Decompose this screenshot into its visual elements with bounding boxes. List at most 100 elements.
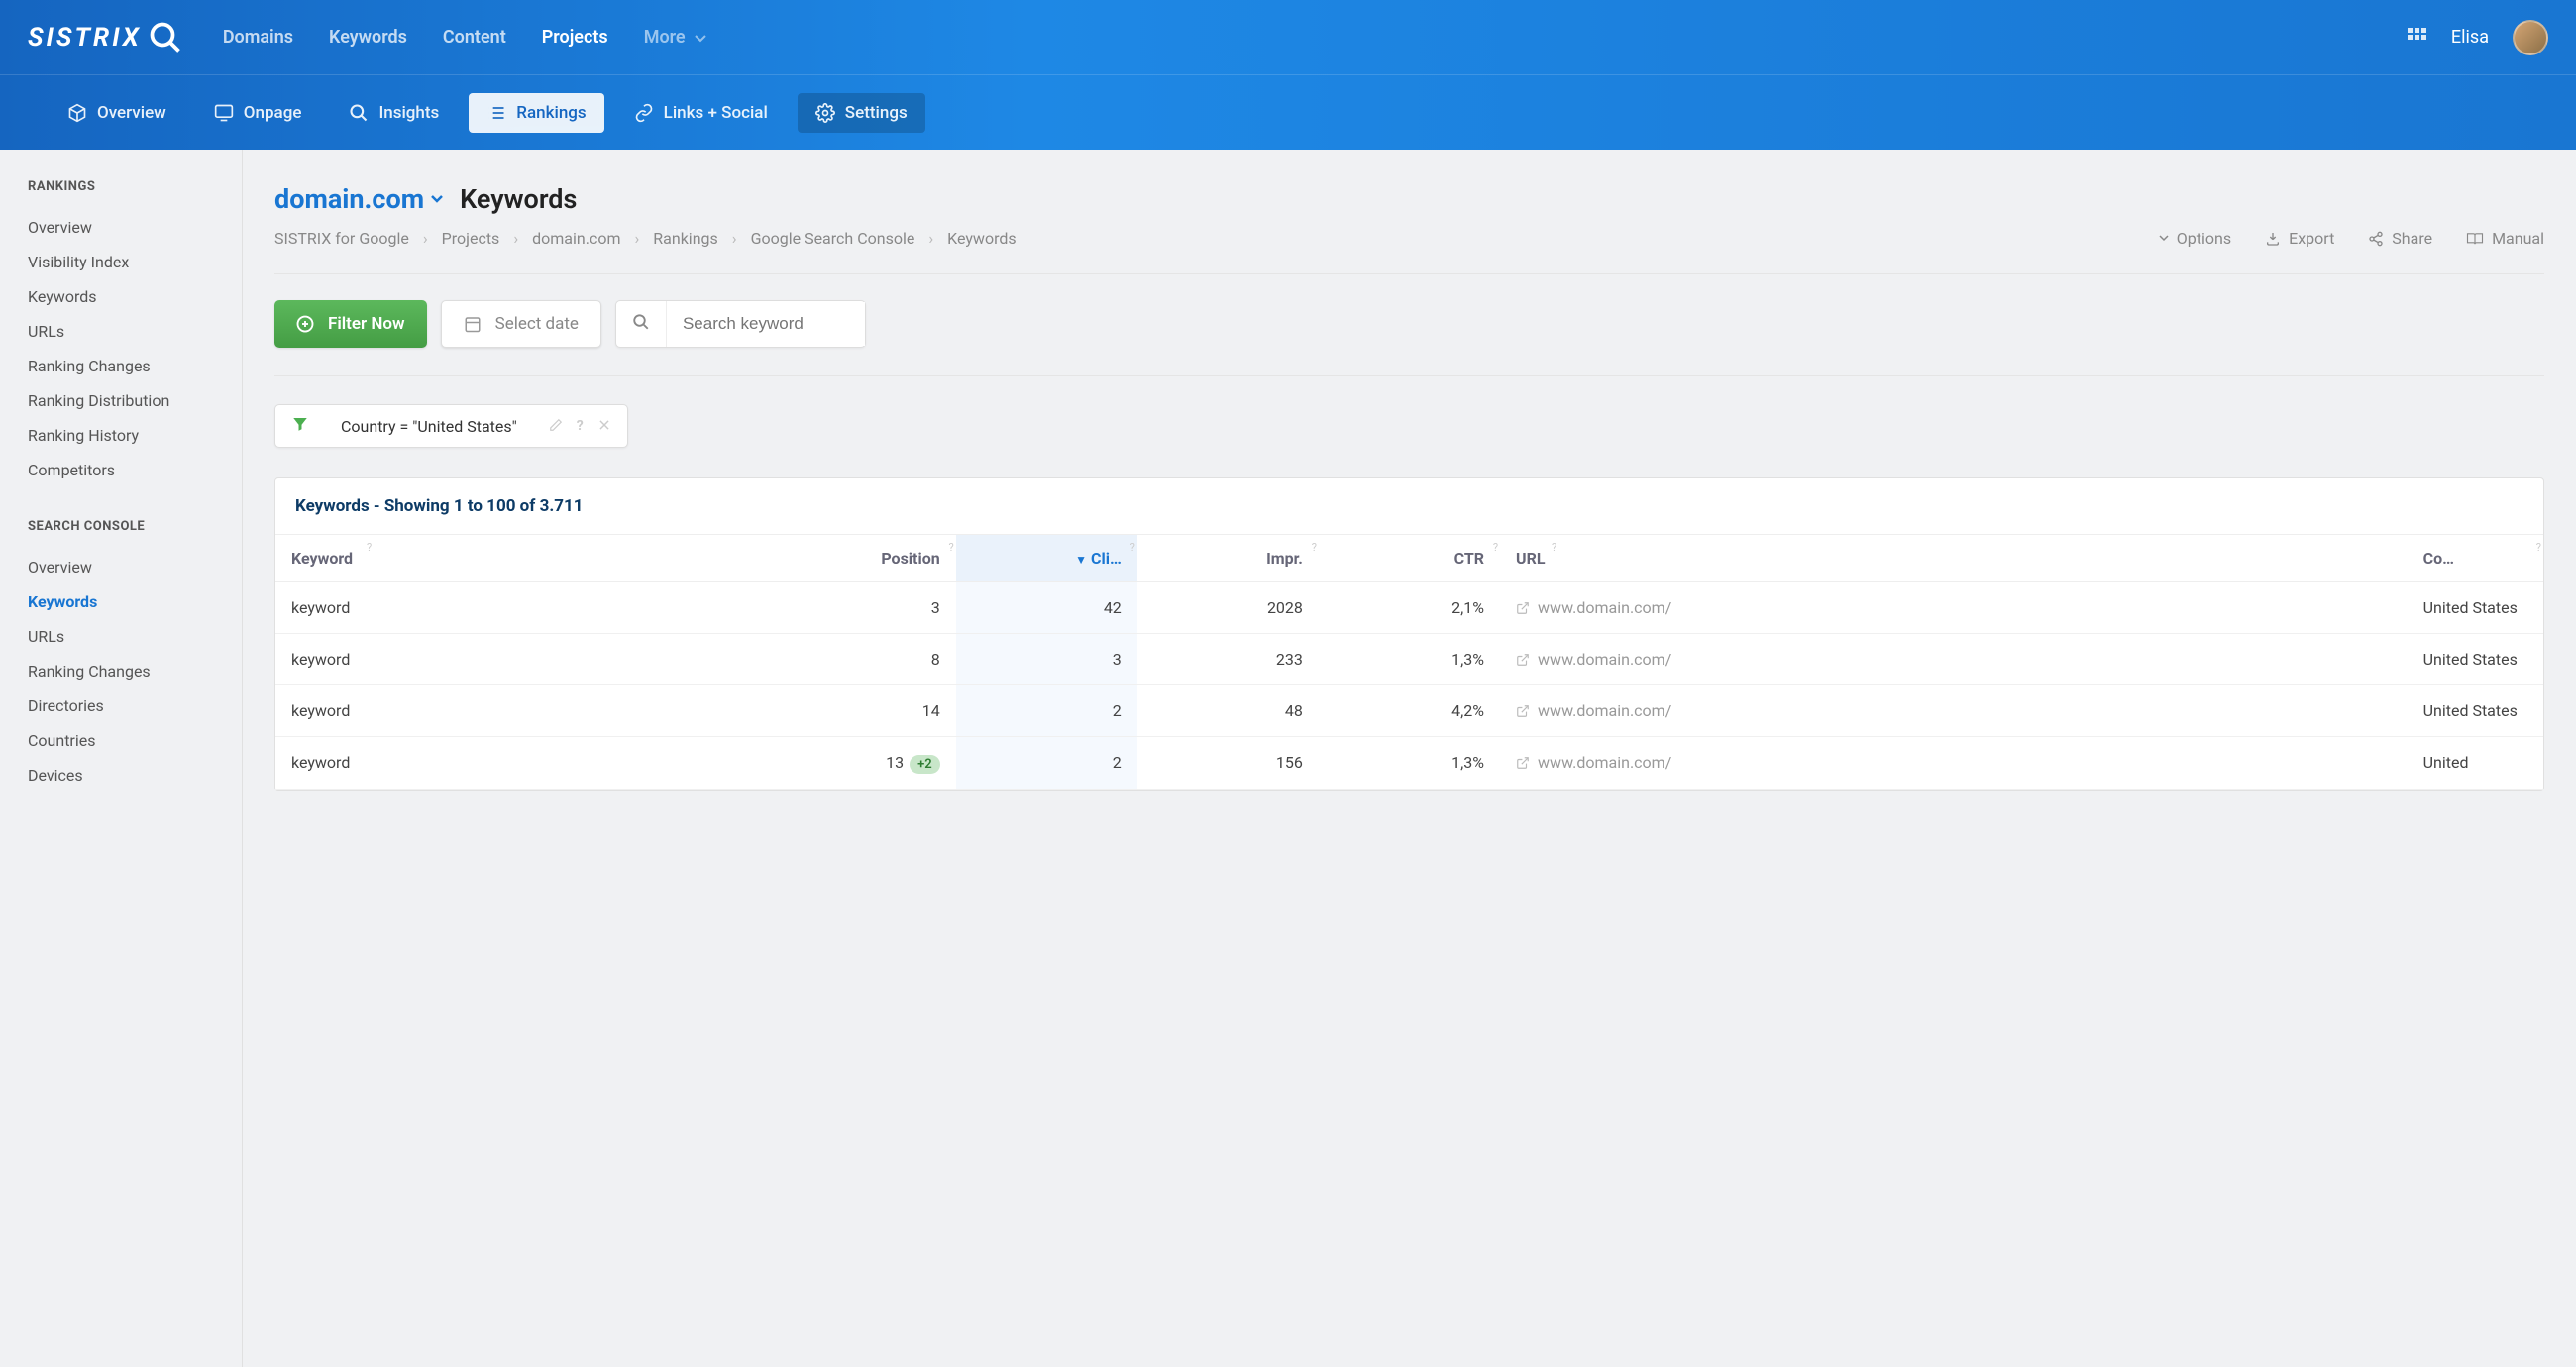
brand-logo[interactable]: SISTRIX xyxy=(28,20,183,55)
help-icon[interactable]: ? xyxy=(577,418,584,434)
crumb[interactable]: domain.com xyxy=(532,229,620,248)
share-icon xyxy=(2368,231,2384,247)
table-row[interactable]: keyword 14 2 48 4,2% www.domain.com/ Uni… xyxy=(275,685,2543,737)
search-icon xyxy=(148,20,183,55)
plus-circle-icon xyxy=(296,315,314,333)
nav-content[interactable]: Content xyxy=(443,27,506,48)
page-title: Keywords xyxy=(460,183,577,215)
sc-countries[interactable]: Countries xyxy=(28,723,214,758)
sidebar-item-overview[interactable]: Overview xyxy=(28,210,214,245)
table-row[interactable]: keyword 13+2 2 156 1,3% www.domain.com/ … xyxy=(275,737,2543,790)
nav-domains[interactable]: Domains xyxy=(223,27,293,48)
crumb[interactable]: Google Search Console xyxy=(751,229,915,248)
cell-clicks: 42 xyxy=(956,582,1137,634)
cell-impr: 2028 xyxy=(1137,582,1319,634)
search-icon xyxy=(349,103,369,123)
cell-url: www.domain.com/ xyxy=(1500,737,2408,790)
sidebar-section-rankings: RANKINGS xyxy=(28,179,214,194)
external-link-icon[interactable] xyxy=(1516,601,1530,615)
search-keyword-box xyxy=(615,300,866,348)
cube-icon xyxy=(67,103,87,123)
table-row[interactable]: keyword 8 3 233 1,3% www.domain.com/ Uni… xyxy=(275,634,2543,685)
subtab-insights[interactable]: Insights xyxy=(331,93,457,133)
nav-more[interactable]: More xyxy=(644,27,706,48)
cell-country: United States xyxy=(2408,582,2543,634)
col-clicks[interactable]: ▼Cli…? xyxy=(956,535,1137,582)
col-keyword[interactable]: Keyword? xyxy=(275,535,752,582)
apps-icon[interactable] xyxy=(2408,28,2427,48)
crumb[interactable]: Keywords xyxy=(947,229,1017,248)
cell-impr: 156 xyxy=(1137,737,1319,790)
subtab-links[interactable]: Links + Social xyxy=(616,93,786,133)
col-impr[interactable]: Impr.? xyxy=(1137,535,1319,582)
crumb[interactable]: Projects xyxy=(442,229,500,248)
cell-url: www.domain.com/ xyxy=(1500,634,2408,685)
search-keyword-input[interactable] xyxy=(667,302,865,346)
cell-country: United States xyxy=(2408,634,2543,685)
sidebar-section-search-console: SEARCH CONSOLE xyxy=(28,519,214,534)
crumb[interactable]: SISTRIX for Google xyxy=(274,229,409,248)
share-button[interactable]: Share xyxy=(2368,229,2432,248)
subtab-onpage[interactable]: Onpage xyxy=(196,93,320,133)
select-date-button[interactable]: Select date xyxy=(441,300,601,348)
close-icon[interactable] xyxy=(597,418,611,432)
sc-keywords[interactable]: Keywords xyxy=(28,584,214,619)
external-link-icon[interactable] xyxy=(1516,704,1530,718)
options-dropdown[interactable]: Options xyxy=(2159,229,2231,248)
filter-chip: Country = "United States" ? xyxy=(274,404,628,448)
sc-urls[interactable]: URLs xyxy=(28,619,214,654)
sidebar-item-ranking-history[interactable]: Ranking History xyxy=(28,418,214,453)
col-url[interactable]: URL? xyxy=(1500,535,2408,582)
book-icon xyxy=(2466,231,2484,247)
cell-position: 13+2 xyxy=(752,737,956,790)
sidebar-item-competitors[interactable]: Competitors xyxy=(28,453,214,487)
subtab-settings[interactable]: Settings xyxy=(798,93,925,133)
manual-button[interactable]: Manual xyxy=(2466,229,2544,248)
cell-impr: 48 xyxy=(1137,685,1319,737)
subtab-rankings[interactable]: Rankings xyxy=(469,93,603,133)
search-icon xyxy=(616,301,667,347)
user-name[interactable]: Elisa xyxy=(2451,27,2489,48)
nav-projects[interactable]: Projects xyxy=(542,27,608,48)
avatar[interactable] xyxy=(2513,20,2548,55)
filter-now-button[interactable]: Filter Now xyxy=(274,300,427,348)
nav-keywords[interactable]: Keywords xyxy=(329,27,407,48)
domain-dropdown[interactable]: domain.com xyxy=(274,183,444,215)
cell-keyword: keyword xyxy=(275,685,752,737)
sidebar-item-ranking-changes[interactable]: Ranking Changes xyxy=(28,349,214,383)
cell-url: www.domain.com/ xyxy=(1500,685,2408,737)
col-ctr[interactable]: CTR? xyxy=(1319,535,1500,582)
table-row[interactable]: keyword 3 42 2028 2,1% www.domain.com/ U… xyxy=(275,582,2543,634)
sidebar-item-ranking-distribution[interactable]: Ranking Distribution xyxy=(28,383,214,418)
crumb[interactable]: Rankings xyxy=(653,229,717,248)
sidebar-item-visibility[interactable]: Visibility Index xyxy=(28,245,214,279)
col-country[interactable]: Co…? xyxy=(2408,535,2543,582)
sc-ranking-changes[interactable]: Ranking Changes xyxy=(28,654,214,688)
export-button[interactable]: Export xyxy=(2265,229,2334,248)
external-link-icon[interactable] xyxy=(1516,653,1530,667)
brand-text: SISTRIX xyxy=(28,23,142,53)
edit-icon[interactable] xyxy=(549,418,563,432)
cell-ctr: 1,3% xyxy=(1319,737,1500,790)
sc-devices[interactable]: Devices xyxy=(28,758,214,792)
link-icon xyxy=(634,103,654,123)
chevron-down-icon xyxy=(695,35,706,43)
sidebar-item-urls[interactable]: URLs xyxy=(28,314,214,349)
col-position[interactable]: Position? xyxy=(752,535,956,582)
cell-ctr: 4,2% xyxy=(1319,685,1500,737)
external-link-icon[interactable] xyxy=(1516,756,1530,770)
sidebar-item-keywords[interactable]: Keywords xyxy=(28,279,214,314)
cell-clicks: 2 xyxy=(956,685,1137,737)
cell-clicks: 3 xyxy=(956,634,1137,685)
cell-clicks: 2 xyxy=(956,737,1137,790)
cell-position: 14 xyxy=(752,685,956,737)
cell-url: www.domain.com/ xyxy=(1500,582,2408,634)
sc-overview[interactable]: Overview xyxy=(28,550,214,584)
filter-chip-text: Country = "United States" xyxy=(325,407,533,446)
subtab-overview[interactable]: Overview xyxy=(50,93,184,133)
cell-impr: 233 xyxy=(1137,634,1319,685)
table-title: Keywords - Showing 1 to 100 of 3.711 xyxy=(275,478,2543,534)
sc-directories[interactable]: Directories xyxy=(28,688,214,723)
download-icon xyxy=(2265,231,2281,247)
cell-ctr: 1,3% xyxy=(1319,634,1500,685)
